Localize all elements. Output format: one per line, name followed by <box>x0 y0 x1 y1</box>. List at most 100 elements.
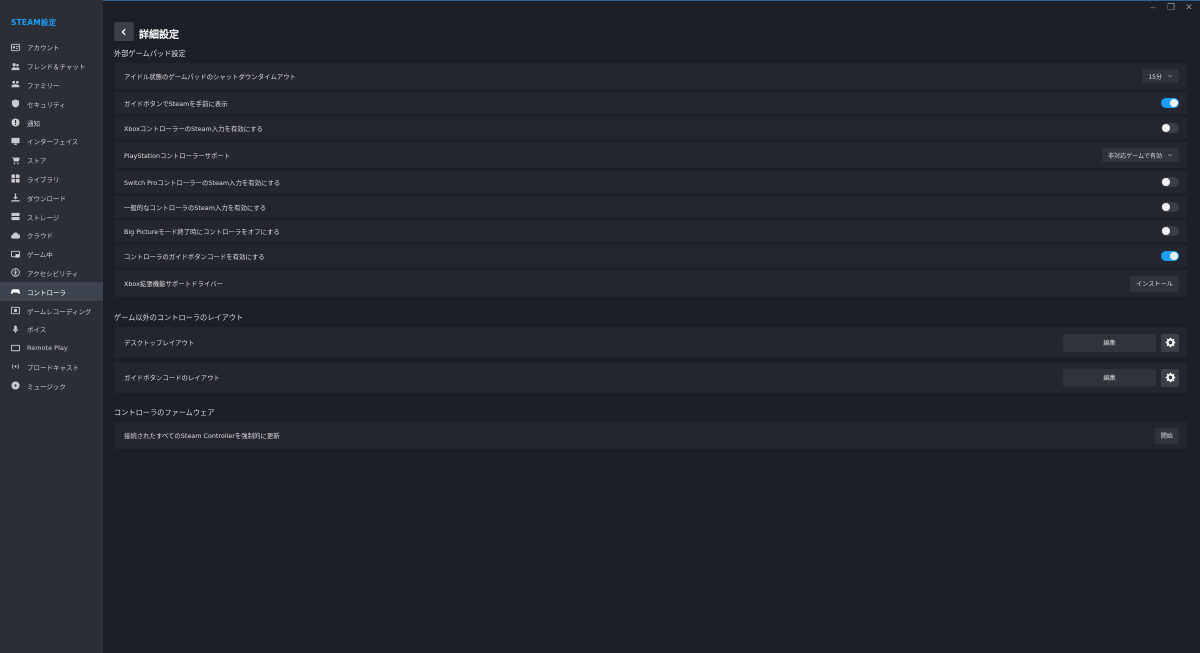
setting-row-guide-chord: コントローラのガイドボタンコードを有効にする <box>114 245 1187 267</box>
dropdown-value: 15分 <box>1148 73 1162 81</box>
music-icon <box>11 381 20 390</box>
sidebar-item-accessibility[interactable]: アクセシビリティ <box>0 264 103 283</box>
setting-row-big-picture-off: Big Pictureモード終了時にコントローラをオフにする <box>114 220 1187 242</box>
account-icon <box>11 43 20 52</box>
sidebar-item-label: ライブラリ <box>27 175 60 184</box>
section-title-firmware: コントローラのファームウェア <box>114 408 215 417</box>
sidebar-item-remote-play[interactable]: Remote Play <box>0 339 103 358</box>
sidebar-title: STEAM設定 <box>11 18 57 27</box>
install-button[interactable]: インストール <box>1129 275 1179 292</box>
sidebar-item-label: ストレージ <box>27 213 60 222</box>
sidebar-item-label: セキュリティ <box>27 100 66 109</box>
setting-row-guide-button: ガイドボタンでSteamを手前に表示 <box>114 92 1187 114</box>
cart-icon <box>11 156 20 165</box>
sidebar-item-friends[interactable]: フレンド＆チャット <box>0 57 103 76</box>
desktop-layout-settings-button[interactable] <box>1161 333 1179 352</box>
microphone-icon <box>11 325 20 334</box>
setting-label: ガイドボタンでSteamを手前に表示 <box>124 99 228 108</box>
toggle-knob <box>1162 178 1170 186</box>
sidebar-item-label: コントローラ <box>27 288 66 297</box>
sidebar-item-family[interactable]: ファミリー <box>0 76 103 95</box>
back-button[interactable] <box>114 22 134 41</box>
sidebar-item-voice[interactable]: ボイス <box>0 320 103 339</box>
chevron-down-icon <box>1167 153 1173 157</box>
gear-icon <box>1165 337 1175 348</box>
sidebar-item-storage[interactable]: ストレージ <box>0 207 103 226</box>
sidebar-item-label: クラウド <box>27 232 53 241</box>
setting-label: PlayStationコントローラーサポート <box>124 151 231 160</box>
restore-icon[interactable]: ❐ <box>1166 3 1176 13</box>
setting-label: Xbox拡張機能サポートドライバー <box>124 280 223 288</box>
broadcast-icon <box>11 362 20 371</box>
guide-chord-toggle[interactable] <box>1161 251 1179 261</box>
sidebar-item-label: インターフェイス <box>27 138 79 147</box>
idle-timeout-dropdown[interactable]: 15分 <box>1142 69 1179 83</box>
setting-label: Switch ProコントローラーのSteam入力を有効にする <box>124 178 281 187</box>
sidebar-item-label: ストア <box>27 157 47 166</box>
sidebar-item-label: Remote Play <box>27 344 68 353</box>
sidebar-item-controller[interactable]: コントローラ <box>0 282 103 302</box>
in-game-icon <box>11 250 20 259</box>
minimize-icon[interactable]: ‒ <box>1148 3 1158 13</box>
friends-icon <box>11 62 20 71</box>
download-icon <box>11 193 20 202</box>
sidebar-item-notifications[interactable]: 通知 <box>0 113 103 132</box>
start-update-button[interactable]: 開始 <box>1154 427 1179 444</box>
setting-label: Big Pictureモード終了時にコントローラをオフにする <box>124 227 280 236</box>
sidebar-item-label: ファミリー <box>27 81 60 90</box>
chevron-down-icon <box>1167 74 1173 78</box>
playstation-support-dropdown[interactable]: 非対応ゲームで有効 <box>1102 148 1179 162</box>
shield-icon <box>11 99 20 108</box>
sidebar-item-cloud[interactable]: クラウド <box>0 226 103 245</box>
xbox-input-toggle[interactable] <box>1161 123 1179 133</box>
guide-button-toggle[interactable] <box>1161 98 1179 108</box>
sidebar-item-library[interactable]: ライブラリ <box>0 170 103 189</box>
sidebar-item-broadcast[interactable]: ブロードキャスト <box>0 358 103 377</box>
sidebar-item-interface[interactable]: インターフェイス <box>0 132 103 151</box>
family-icon <box>11 80 20 89</box>
cloud-icon <box>11 231 20 240</box>
sidebar-item-label: ゲームレコーディング <box>27 307 92 316</box>
recording-icon <box>11 306 20 315</box>
toggle-knob <box>1170 99 1178 107</box>
sidebar-nav: アカウント フレンド＆チャット ファミリー セキュリティ 通知 インターフェイス… <box>0 38 103 395</box>
setting-row-xbox-input: XboxコントローラーのSteam入力を有効にする <box>114 117 1187 139</box>
setting-row-force-update: 接続されたすべてのSteam Controllerを強制的に更新 開始 <box>114 422 1187 449</box>
guide-chord-layout-settings-button[interactable] <box>1161 368 1179 387</box>
sidebar-item-music[interactable]: ミュージック <box>0 376 103 395</box>
sidebar-item-recording[interactable]: ゲームレコーディング <box>0 301 103 320</box>
edit-guide-chord-layout-button[interactable]: 編集 <box>1063 368 1156 387</box>
generic-input-toggle[interactable] <box>1161 202 1179 212</box>
edit-desktop-layout-button[interactable]: 編集 <box>1063 333 1156 352</box>
gamepad-icon <box>11 287 20 296</box>
sidebar-item-in-game[interactable]: ゲーム中 <box>0 245 103 264</box>
sidebar-item-store[interactable]: ストア <box>0 151 103 170</box>
setting-row-playstation-support: PlayStationコントローラーサポート 非対応ゲームで有効 <box>114 142 1187 168</box>
accessibility-icon <box>11 268 20 278</box>
remote-play-icon <box>11 344 20 353</box>
setting-row-switch-pro-input: Switch ProコントローラーのSteam入力を有効にする <box>114 171 1187 193</box>
window-controls: ‒ ❐ ✕ <box>1148 2 1194 14</box>
sidebar-item-label: フレンド＆チャット <box>27 63 86 72</box>
sidebar-item-label: ミュージック <box>27 382 66 391</box>
sidebar-item-security[interactable]: セキュリティ <box>0 94 103 113</box>
toggle-knob <box>1162 124 1170 132</box>
close-icon[interactable]: ✕ <box>1184 3 1194 13</box>
section-title-gamepad: 外部ゲームパッド設定 <box>114 49 186 58</box>
setting-row-generic-input: 一般的なコントローラのSteam入力を有効にする <box>114 196 1187 218</box>
monitor-icon <box>11 137 20 146</box>
sidebar: STEAM設定 アカウント フレンド＆チャット ファミリー セキュリティ 通知 … <box>0 0 103 653</box>
switch-pro-input-toggle[interactable] <box>1161 177 1179 187</box>
big-picture-off-toggle[interactable] <box>1161 226 1179 236</box>
sidebar-item-label: ゲーム中 <box>27 251 53 260</box>
sidebar-item-label: アカウント <box>27 44 60 53</box>
dropdown-value: 非対応ゲームで有効 <box>1108 152 1162 160</box>
toggle-knob <box>1170 252 1178 260</box>
sidebar-item-account[interactable]: アカウント <box>0 38 103 57</box>
setting-row-xbox-driver: Xbox拡張機能サポートドライバー インストール <box>114 270 1187 297</box>
chevron-left-icon <box>121 28 126 35</box>
sidebar-item-label: アクセシビリティ <box>27 269 79 278</box>
sidebar-item-downloads[interactable]: ダウンロード <box>0 188 103 207</box>
setting-row-idle-timeout: アイドル状態のゲームパッドのシャットダウンタイムアウト 15分 <box>114 63 1187 89</box>
setting-row-guide-chord-layout: ガイドボタンコードのレイアウト 編集 <box>114 362 1187 393</box>
